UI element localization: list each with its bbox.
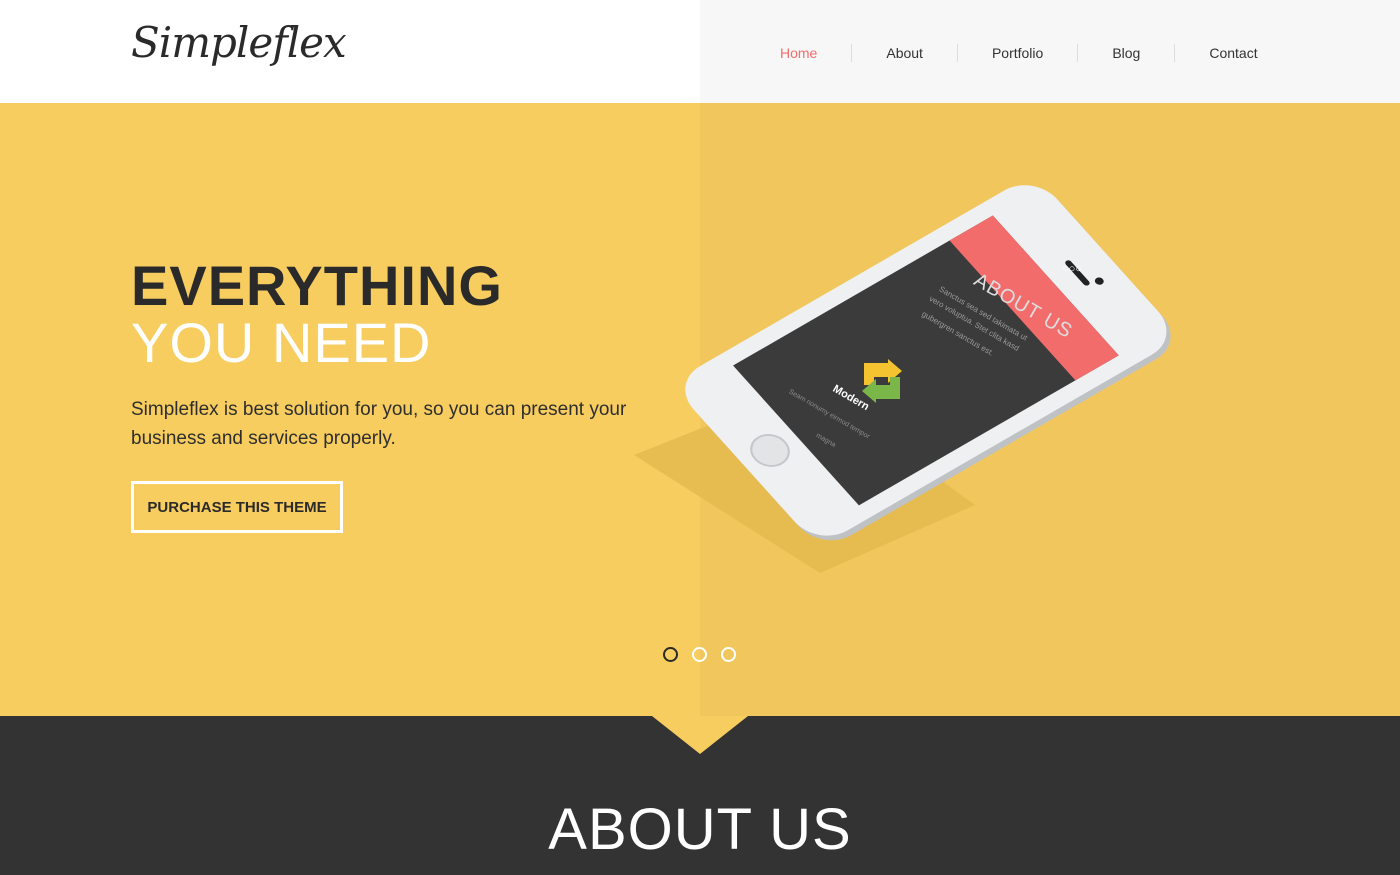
slider-dot[interactable]	[692, 647, 707, 662]
nav-item-portfolio[interactable]: Portfolio	[992, 45, 1043, 61]
section-pointer-arrow	[652, 716, 748, 754]
nav-divider	[956, 44, 958, 62]
main-nav: Home About Portfolio Blog Contact	[780, 44, 1258, 62]
nav-divider	[1077, 44, 1079, 62]
purchase-theme-button[interactable]: PURCHASE THIS THEME	[131, 481, 343, 533]
slider-pagination	[663, 647, 750, 662]
about-title: ABOUT US	[548, 797, 852, 862]
nav-item-home[interactable]: Home	[780, 45, 817, 61]
slider-dot[interactable]	[663, 647, 678, 662]
about-section: ABOUT US	[0, 716, 1400, 875]
nav-item-blog[interactable]: Blog	[1112, 45, 1140, 61]
site-logo[interactable]: Simpleflex	[131, 18, 347, 67]
hero-title-bold: EVERYTHING	[131, 254, 503, 317]
three-dots-icon: ○○○	[1062, 263, 1082, 275]
site-header: Simpleflex Home About Portfolio Blog Con…	[0, 0, 1400, 103]
hero-description: Simpleflex is best solution for you, so …	[131, 399, 627, 449]
nav-divider	[1174, 44, 1176, 62]
hero-slider: EVERYTHING YOU NEED Simpleflex is best s…	[0, 103, 1400, 716]
hero-title-light: YOU NEED	[131, 311, 432, 374]
phone-mockup-illustration: ○○○ ABOUT US Sanctus sea sed takimata ut…	[630, 175, 1250, 595]
nav-divider	[851, 44, 853, 62]
nav-item-contact[interactable]: Contact	[1209, 45, 1257, 61]
slider-dot[interactable]	[721, 647, 736, 662]
nav-item-about[interactable]: About	[886, 45, 923, 61]
phone-illustration-svg	[634, 185, 1171, 573]
refresh-arrows-icon	[862, 359, 902, 403]
